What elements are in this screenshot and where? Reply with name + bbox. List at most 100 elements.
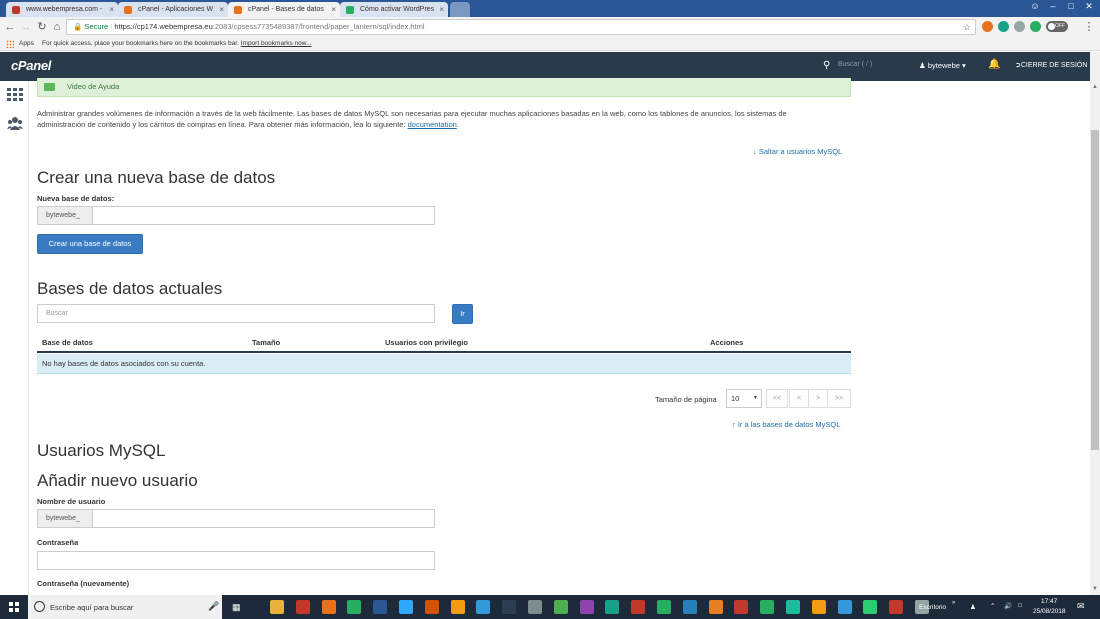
taskbar-app-icon[interactable]: [295, 600, 310, 614]
first-page-button[interactable]: <<: [766, 389, 788, 408]
apps-grid-icon[interactable]: [6, 40, 14, 48]
back-icon[interactable]: ←: [3, 19, 17, 35]
db-search-input[interactable]: Buscar: [37, 304, 435, 323]
create-db-button[interactable]: Crear una base de datos: [37, 234, 143, 254]
user-menu[interactable]: ♟ bytewebe ▾: [919, 61, 966, 70]
menu-kebab-icon[interactable]: ⋮: [1082, 19, 1096, 35]
tab-close-icon[interactable]: ×: [109, 2, 114, 17]
taskbar-app-icon[interactable]: [786, 600, 800, 614]
scrollbar-thumb[interactable]: [1091, 130, 1099, 450]
download-icon[interactable]: [1014, 21, 1025, 32]
taskbar-app-icon[interactable]: [811, 600, 826, 614]
logout-label: CIERRE DE SESIÓN: [1020, 62, 1088, 69]
taskbar-app-icon[interactable]: [553, 600, 568, 614]
jump-to-dbs-link[interactable]: ↑ Ir a las bases de datos MySQL: [732, 420, 840, 429]
maximize-icon[interactable]: □: [1062, 0, 1080, 14]
notifications-bell-icon[interactable]: 🔔: [988, 59, 1000, 70]
taskbar-search-box[interactable]: Escribe aquí para buscar 🎤: [28, 595, 222, 619]
bookmark-star-icon[interactable]: ☆: [963, 20, 971, 34]
taskbar-app-icon[interactable]: [321, 600, 336, 614]
taskbar-app-icon[interactable]: [373, 600, 388, 614]
taskbar-app-icon[interactable]: [270, 600, 284, 614]
browser-tab[interactable]: cPanel - Aplicaciones W ×: [118, 2, 228, 17]
taskbar-app-icon[interactable]: [528, 600, 542, 614]
clock-date[interactable]: 25/08/2018: [1033, 608, 1066, 615]
logout-button[interactable]: ➲CIERRE DE SESIÓN: [1015, 61, 1087, 69]
minimize-icon[interactable]: –: [1044, 0, 1062, 14]
help-video-alert[interactable]: Video de Ayuda: [37, 78, 851, 97]
home-icon[interactable]: ⌂: [50, 19, 64, 35]
taskbar-app-icon[interactable]: [476, 600, 491, 614]
import-bookmarks-link[interactable]: Import bookmarks now...: [241, 40, 312, 47]
taskbar-app-icon[interactable]: [682, 600, 697, 614]
users-icon[interactable]: [7, 116, 23, 130]
help-video-link[interactable]: Video de Ayuda: [67, 82, 119, 91]
new-tab-button[interactable]: [450, 2, 470, 17]
taskbar-app-icon[interactable]: [579, 600, 594, 614]
browser-tab[interactable]: Cómo activar WordPres ×: [340, 2, 448, 17]
volume-icon[interactable]: 🔊: [1004, 602, 1012, 610]
taskbar-app-icon[interactable]: [708, 600, 723, 614]
tab-close-icon[interactable]: ×: [219, 2, 224, 17]
chevron-right-icon[interactable]: »: [952, 600, 955, 606]
address-bar[interactable]: 🔒 Secure | https://cp174.webempresa.eu:2…: [66, 19, 976, 35]
task-view-icon[interactable]: ▦: [232, 602, 241, 613]
network-icon[interactable]: □: [1018, 602, 1022, 609]
cpanel-search-input[interactable]: Buscar ( / ): [838, 61, 872, 68]
page-size-select[interactable]: 10 ▼: [726, 389, 762, 408]
apps-link[interactable]: Apps: [19, 38, 34, 50]
home-grid-icon[interactable]: [7, 88, 23, 102]
scroll-up-icon[interactable]: ▲: [1090, 82, 1100, 92]
username-field[interactable]: bytewebe_: [37, 509, 435, 528]
taskbar-app-icon[interactable]: [760, 600, 775, 614]
tab-close-icon[interactable]: ×: [439, 2, 444, 17]
tray-up-icon[interactable]: ⌃: [990, 602, 995, 610]
taskbar-app-icon[interactable]: [657, 600, 671, 614]
close-window-icon[interactable]: ✕: [1080, 0, 1098, 14]
clock-time[interactable]: 17:47: [1041, 598, 1057, 605]
col-database[interactable]: Base de datos: [42, 338, 93, 347]
col-size[interactable]: Tamaño: [252, 338, 280, 347]
browser-tab-strip: www.webempresa.com - × cPanel - Aplicaci…: [0, 0, 1100, 17]
scroll-down-icon[interactable]: ▼: [1090, 584, 1100, 594]
next-page-button[interactable]: >: [808, 389, 828, 408]
taskbar-app-icon[interactable]: [502, 600, 517, 614]
cpanel-logo[interactable]: cPanel: [11, 58, 51, 73]
taskbar-app-icon[interactable]: [863, 600, 878, 614]
taskbar-app-icon[interactable]: [889, 600, 904, 614]
taskbar-app-icon[interactable]: [399, 600, 413, 614]
browser-tab-active[interactable]: cPanel - Bases de datos ×: [228, 2, 340, 17]
reload-icon[interactable]: ↻: [35, 19, 49, 35]
search-go-button[interactable]: Ir: [452, 304, 473, 324]
extension-icon[interactable]: [982, 21, 993, 32]
user-prefix: bytewebe_: [38, 510, 93, 527]
col-actions: Acciones: [710, 338, 744, 347]
taskbar-app-icon[interactable]: [347, 600, 362, 614]
password-field[interactable]: [37, 551, 435, 570]
documentation-link[interactable]: documentation: [408, 120, 457, 129]
windows-start-icon[interactable]: [9, 602, 19, 612]
taskbar-app-icon[interactable]: [605, 600, 620, 614]
taskbar-app-icon[interactable]: [734, 600, 749, 614]
forward-icon[interactable]: →: [19, 19, 33, 35]
new-db-field[interactable]: bytewebe_: [37, 206, 435, 225]
user-profile-icon[interactable]: ☺: [1026, 0, 1044, 14]
extension-icon[interactable]: [998, 21, 1009, 32]
prev-page-button[interactable]: <: [789, 389, 809, 408]
extension-toggle[interactable]: OFF: [1046, 21, 1068, 32]
taskbar-app-icon[interactable]: [837, 600, 852, 614]
microphone-icon[interactable]: 🎤: [208, 601, 219, 612]
jump-to-users-link[interactable]: ↓ Saltar a usuarios MySQL: [753, 147, 842, 156]
desktop-label[interactable]: Escritorio: [919, 604, 946, 611]
search-circle-icon: [34, 601, 45, 612]
taskbar-app-icon[interactable]: [424, 600, 439, 614]
action-center-icon[interactable]: ✉: [1077, 601, 1085, 612]
taskbar-app-icon[interactable]: [450, 600, 465, 614]
power-icon[interactable]: [1030, 21, 1041, 32]
people-icon[interactable]: ♟: [970, 603, 976, 611]
taskbar-app-icon[interactable]: [631, 600, 646, 614]
last-page-button[interactable]: >>: [827, 389, 851, 408]
tab-close-icon[interactable]: ×: [331, 2, 336, 17]
browser-tab[interactable]: www.webempresa.com - ×: [6, 2, 118, 17]
bookmarks-message: For quick access, place your bookmarks h…: [42, 38, 312, 50]
